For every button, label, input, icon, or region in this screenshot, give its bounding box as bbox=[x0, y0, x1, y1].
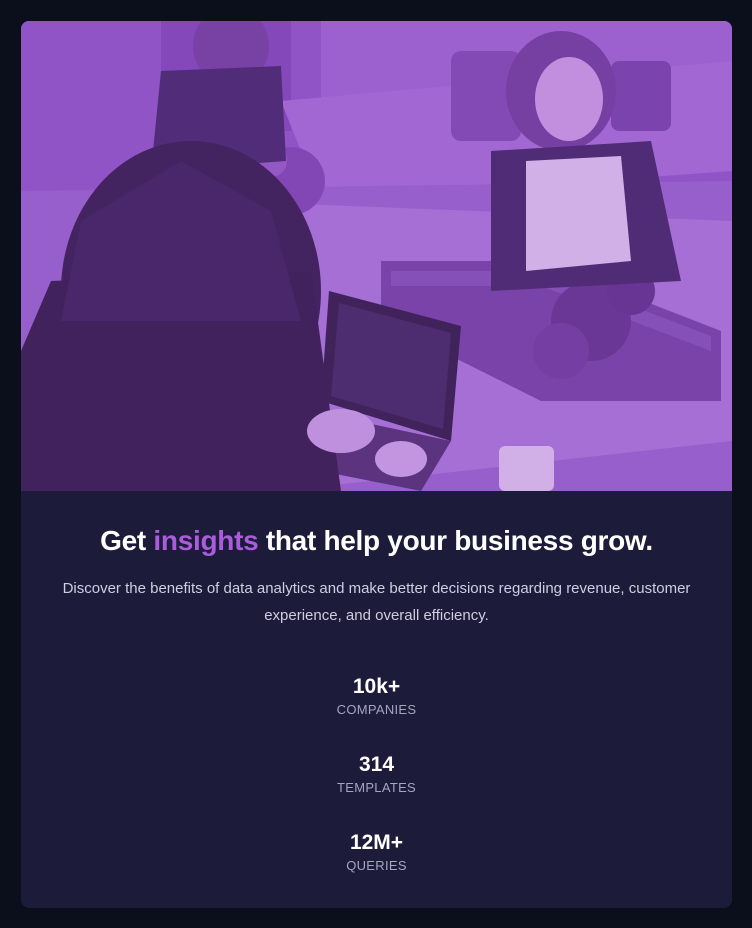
stats-preview-card: Get insights that help your business gro… bbox=[21, 21, 732, 908]
stat-templates: 314 TEMPLATES bbox=[21, 752, 732, 830]
office-photo bbox=[21, 21, 732, 491]
headline-accent: insights bbox=[153, 525, 259, 556]
headline-prefix: Get bbox=[100, 525, 154, 556]
headline-suffix: that help your business grow. bbox=[258, 525, 653, 556]
hero-image bbox=[21, 21, 732, 491]
stat-label: COMPANIES bbox=[336, 702, 417, 717]
stat-value: 12M+ bbox=[349, 831, 404, 854]
stat-label: TEMPLATES bbox=[336, 780, 417, 795]
stat-label: QUERIES bbox=[346, 858, 407, 873]
stat-queries: 12M+ QUERIES bbox=[21, 830, 732, 908]
stat-companies: 10k+ COMPANIES bbox=[21, 674, 732, 752]
card-content: Get insights that help your business gro… bbox=[21, 491, 732, 908]
stats-list: 10k+ COMPANIES 314 TEMPLATES 12M+ QUERIE… bbox=[21, 674, 732, 908]
stat-value: 10k+ bbox=[352, 675, 401, 698]
description: Discover the benefits of data analytics … bbox=[62, 580, 691, 624]
stat-value: 314 bbox=[358, 753, 395, 776]
headline: Get insights that help your business gro… bbox=[21, 523, 732, 559]
